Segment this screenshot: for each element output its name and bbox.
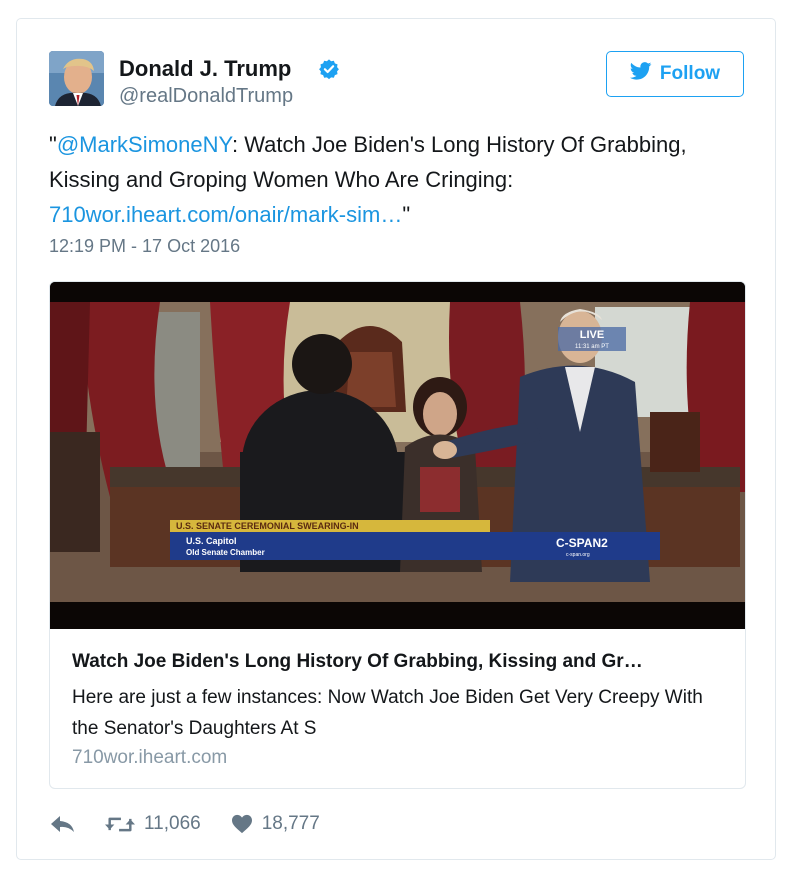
tweet-actions: 11,066 18,777 <box>49 809 320 839</box>
retweet-icon <box>105 817 135 831</box>
live-badge: LIVE <box>580 329 604 341</box>
video-location-1: U.S. Capitol <box>186 536 237 546</box>
avatar[interactable] <box>49 51 104 106</box>
follow-button[interactable]: Follow <box>606 51 744 97</box>
video-location-2: Old Senate Chamber <box>186 548 265 557</box>
like-button[interactable]: 18,777 <box>231 813 320 835</box>
verified-badge-icon <box>318 58 340 80</box>
url-link[interactable]: 710wor.iheart.com/onair/mark-sim… <box>49 202 402 227</box>
card-title[interactable]: Watch Joe Biden's Long History Of Grabbi… <box>72 651 727 673</box>
retweet-count: 11,066 <box>144 813 201 834</box>
card-domain: 710wor.iheart.com <box>72 747 228 768</box>
heart-icon <box>231 814 252 834</box>
timestamp[interactable]: 12:19 PM - 17 Oct 2016 <box>49 236 240 257</box>
network-sub: c-span.org <box>566 552 590 558</box>
author-handle[interactable]: @realDonaldTrump <box>119 85 293 108</box>
quote-close: " <box>402 202 411 227</box>
live-time: 11:31 am PT <box>575 344 609 350</box>
network-logo: C-SPAN2 <box>556 536 608 550</box>
quote-open: " <box>49 132 57 157</box>
card-description: Here are just a few instances: Now Watch… <box>72 687 703 739</box>
follow-label: Follow <box>659 63 721 84</box>
retweet-button[interactable]: 11,066 <box>105 813 201 835</box>
video-banner: U.S. SENATE CEREMONIAL SWEARING-IN <box>176 521 359 531</box>
like-count: 18,777 <box>261 813 320 834</box>
reply-button[interactable] <box>49 813 77 835</box>
video-thumbnail[interactable]: LIVE 11:31 am PT U.S. SENATE CEREMONIAL … <box>50 282 745 629</box>
bird-icon <box>629 62 652 86</box>
author-name[interactable]: Donald J. Trump <box>119 56 291 82</box>
tweet-text: "@MarkSimoneNY: Watch Joe Biden's Long H… <box>49 127 749 232</box>
tweet-card: Donald J. Trump @realDonaldTrump Follow … <box>16 18 776 860</box>
reply-icon <box>51 816 74 832</box>
mention-link[interactable]: @MarkSimoneNY <box>57 132 232 157</box>
media-card[interactable]: LIVE 11:31 am PT U.S. SENATE CEREMONIAL … <box>49 281 746 789</box>
